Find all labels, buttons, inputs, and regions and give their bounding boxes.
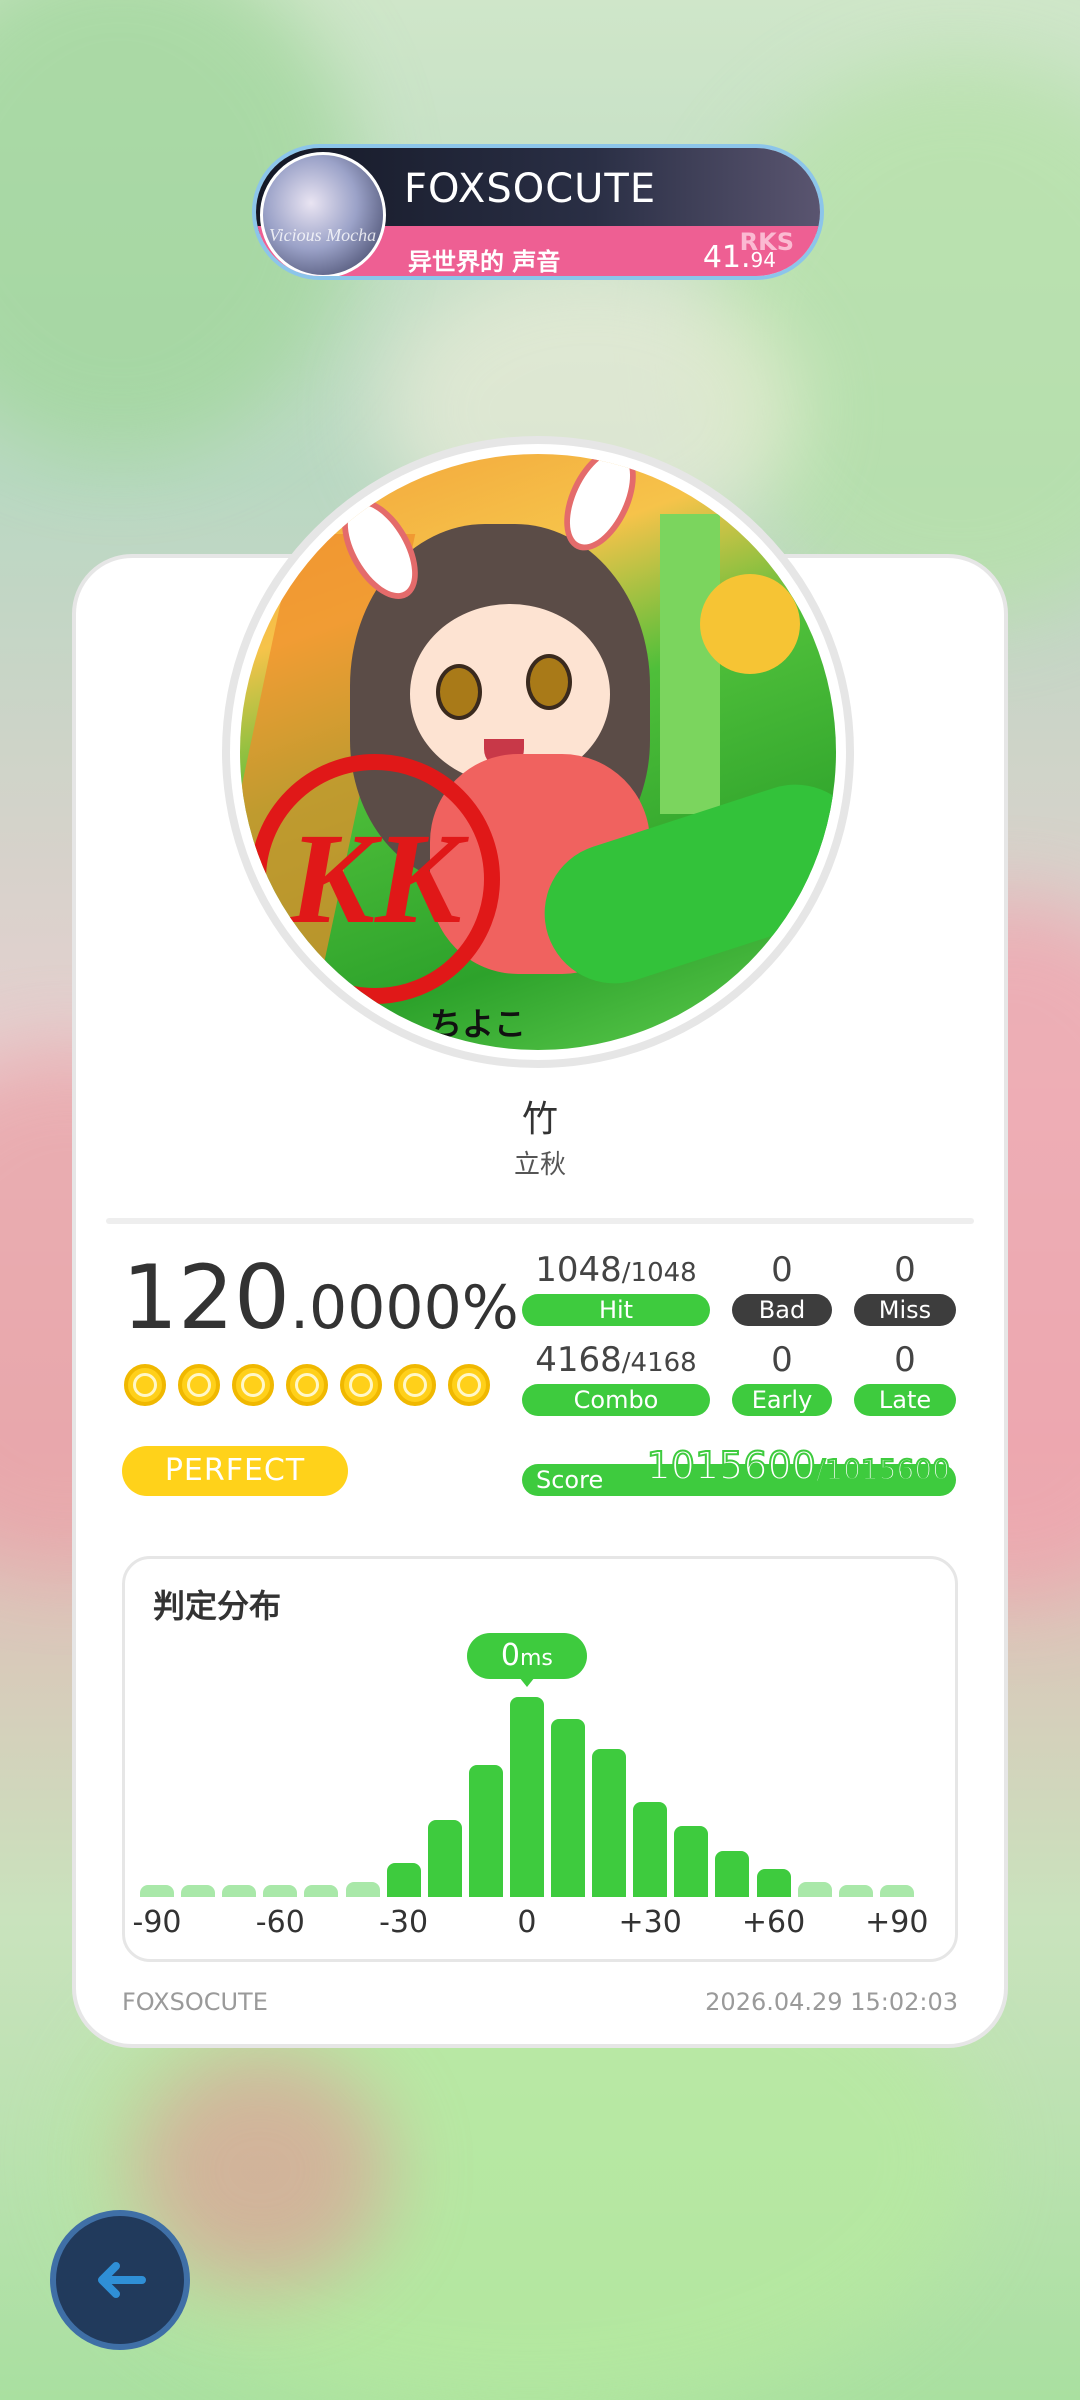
accuracy-dots bbox=[124, 1364, 490, 1406]
distribution-bar bbox=[427, 1820, 462, 1897]
stat-combo: 4168/4168 Combo bbox=[522, 1340, 710, 1416]
distribution-bar bbox=[592, 1749, 627, 1897]
gold-dot bbox=[232, 1364, 274, 1406]
miss-label: Miss bbox=[854, 1294, 956, 1326]
grade-badge: PERFECT bbox=[122, 1446, 348, 1496]
song-artist: 立秋 bbox=[513, 1150, 566, 1180]
gold-dot bbox=[394, 1364, 436, 1406]
back-button[interactable] bbox=[50, 2210, 190, 2350]
x-tick-label: 0 bbox=[517, 1905, 537, 1940]
artist-signature: ちよこ bbox=[430, 1005, 527, 1043]
footer-timestamp: 2026.04.29 15:02:03 bbox=[705, 1988, 958, 2016]
distribution-bar bbox=[715, 1850, 750, 1897]
avatar-caption: Vicious Mocha bbox=[269, 225, 377, 245]
distribution-bars: -90 -60 -30 0 +30 +60 +90 bbox=[125, 1559, 955, 1959]
footer-player-name: FOXSOCUTE bbox=[122, 1988, 268, 2016]
distribution-bar bbox=[633, 1801, 668, 1897]
x-tick-label: +90 bbox=[865, 1905, 929, 1940]
x-tick-label: +30 bbox=[618, 1905, 682, 1940]
accuracy-dec: .0000% bbox=[289, 1273, 519, 1343]
stat-late: 0 Late bbox=[854, 1340, 956, 1416]
distribution-bar bbox=[797, 1881, 832, 1897]
accuracy-int: 120 bbox=[122, 1246, 290, 1349]
judgement-distribution: 判定分布 0ms -90 -60 -30 0 +30 +60 +90 bbox=[122, 1556, 958, 1962]
distribution-bar bbox=[756, 1869, 791, 1897]
hit-label: Hit bbox=[522, 1294, 710, 1326]
distribution-bar bbox=[140, 1884, 174, 1897]
x-tick-label: -60 bbox=[255, 1905, 305, 1940]
player-name: FOXSOCUTE bbox=[404, 166, 657, 212]
late-label: Late bbox=[854, 1384, 956, 1416]
distribution-bar bbox=[345, 1881, 380, 1897]
stamp-logo: KK bbox=[250, 754, 500, 1004]
rks-value: 41.94 bbox=[702, 240, 776, 275]
distribution-bar bbox=[263, 1884, 298, 1897]
score-bar: Score 1015600/1015600 bbox=[522, 1443, 956, 1496]
score-value: 1015600/1015600 bbox=[646, 1443, 951, 1489]
distribution-bar bbox=[222, 1884, 257, 1897]
gold-dot bbox=[340, 1364, 382, 1406]
distribution-bar bbox=[509, 1697, 544, 1897]
arrow-left-icon bbox=[98, 2262, 146, 2298]
distribution-bar bbox=[838, 1884, 873, 1897]
gold-dot bbox=[448, 1364, 490, 1406]
distribution-bar bbox=[674, 1826, 709, 1897]
distribution-bar bbox=[879, 1884, 914, 1897]
distribution-bar bbox=[181, 1884, 216, 1897]
song-illustration: KK ちよこ bbox=[222, 436, 854, 1068]
distribution-bar bbox=[386, 1863, 421, 1897]
distribution-bar bbox=[468, 1764, 503, 1897]
stat-early: 0 Early bbox=[732, 1340, 832, 1416]
distribution-bar bbox=[551, 1718, 585, 1897]
distribution-bar bbox=[304, 1884, 339, 1897]
stat-bad: 0 Bad bbox=[732, 1250, 832, 1326]
x-tick-label: +60 bbox=[741, 1905, 806, 1940]
divider bbox=[106, 1218, 974, 1224]
song-title: 竹 bbox=[521, 1099, 558, 1140]
stat-miss: 0 Miss bbox=[854, 1250, 956, 1326]
gold-dot bbox=[178, 1364, 220, 1406]
player-badge[interactable]: Vicious Mocha FOXSOCUTE 异世界的 声音 RKS 41.9… bbox=[252, 144, 824, 280]
player-avatar: Vicious Mocha bbox=[260, 152, 386, 276]
x-tick-label: -90 bbox=[132, 1905, 182, 1940]
gold-dot bbox=[124, 1364, 166, 1406]
accuracy: 120.0000% bbox=[122, 1246, 519, 1349]
stat-hit: 1048/1048 Hit bbox=[522, 1250, 710, 1326]
combo-label: Combo bbox=[522, 1384, 710, 1416]
score-label: Score bbox=[536, 1466, 604, 1494]
early-label: Early bbox=[732, 1384, 832, 1416]
bad-label: Bad bbox=[732, 1294, 832, 1326]
x-tick-label: -30 bbox=[379, 1905, 429, 1940]
player-song: 异世界的 声音 bbox=[408, 248, 561, 276]
gold-dot bbox=[286, 1364, 328, 1406]
